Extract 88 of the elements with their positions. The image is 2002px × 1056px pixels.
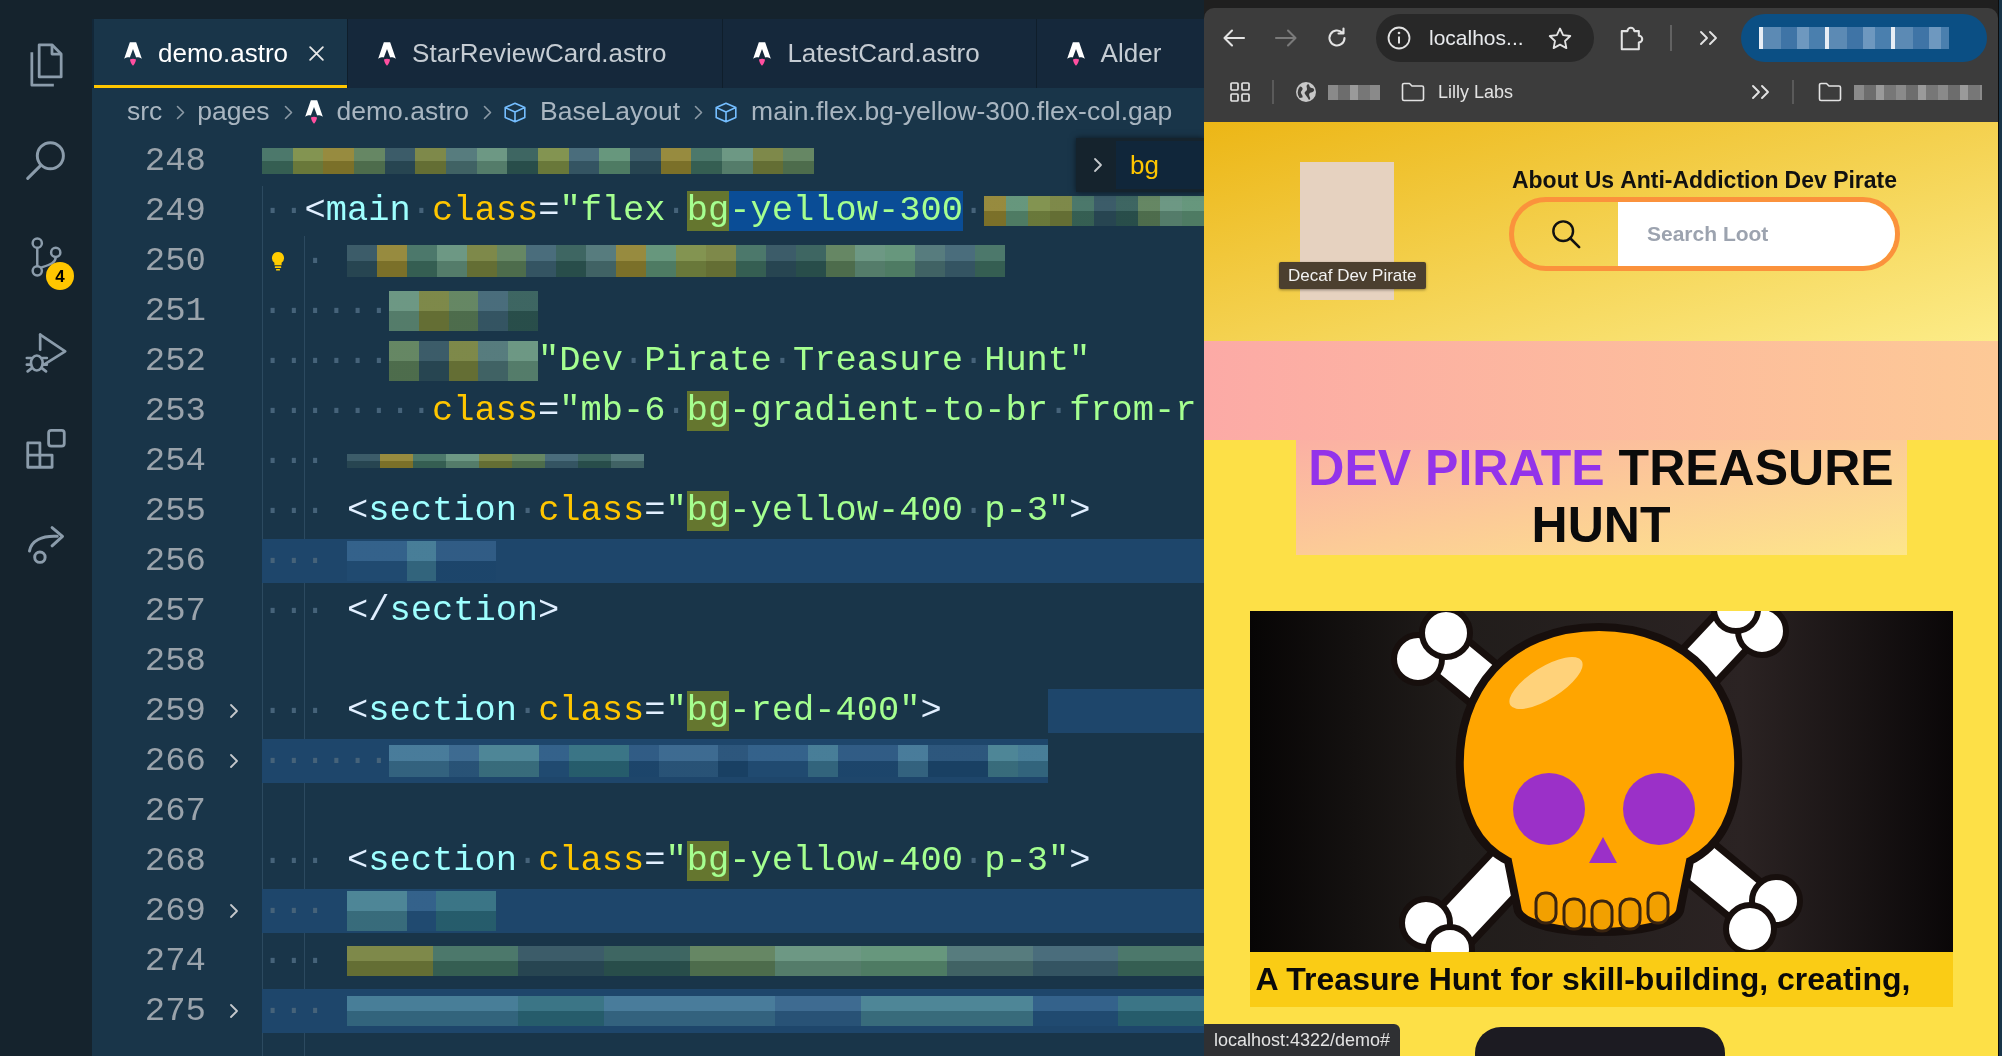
address-field[interactable]: localhos... bbox=[1376, 14, 1594, 62]
profile-button[interactable] bbox=[1741, 14, 1987, 62]
chevron-icon bbox=[694, 104, 704, 120]
debug-icon[interactable] bbox=[25, 333, 67, 373]
code-text: ··· bbox=[262, 539, 327, 583]
line-number: 250 bbox=[143, 241, 206, 282]
search-icon bbox=[1551, 219, 1581, 249]
code-text: ··· </section> bbox=[262, 589, 560, 633]
line-number: 252 bbox=[143, 341, 206, 382]
code-text: ··· <section·class="bg-red-400"> bbox=[262, 689, 942, 733]
code-text: ······ bbox=[262, 339, 390, 383]
line-number: 248 bbox=[143, 141, 206, 182]
breadcrumb-item[interactable]: BaseLayout bbox=[504, 92, 681, 132]
code-text: ······ bbox=[262, 739, 390, 783]
chevron-icon bbox=[483, 104, 493, 120]
files-icon[interactable] bbox=[29, 43, 63, 87]
cube-icon bbox=[504, 101, 527, 123]
code-text: · bbox=[304, 239, 327, 283]
line-number: 269 bbox=[143, 891, 206, 932]
breadcrumb-item[interactable]: demo.astro bbox=[304, 92, 470, 132]
star-icon[interactable] bbox=[1548, 26, 1572, 50]
puzzle-icon[interactable] bbox=[1620, 25, 1644, 51]
line-number: 254 bbox=[143, 441, 206, 482]
search-icon[interactable] bbox=[26, 141, 66, 181]
lightbulb-icon[interactable] bbox=[271, 251, 285, 271]
rocket-icon bbox=[378, 41, 397, 66]
chevron-icon[interactable] bbox=[1093, 157, 1103, 173]
chevron-icon[interactable] bbox=[229, 1003, 239, 1019]
nav-link[interactable]: About Us bbox=[1511, 162, 1615, 198]
bookmark-folder[interactable]: Lilly Labs bbox=[1401, 78, 1514, 106]
line-number: 255 bbox=[143, 491, 206, 532]
code-text: ········class="mb-6·bg-gradient-to-br·from-r bbox=[262, 389, 1197, 433]
double-chevron-icon[interactable] bbox=[1751, 84, 1770, 100]
line-number: 256 bbox=[143, 541, 206, 582]
code-text: ··· bbox=[262, 939, 327, 983]
breadcrumb-item[interactable]: main.flex.bg-yellow-300.flex-col.gap bbox=[715, 92, 1173, 132]
line-number: 251 bbox=[143, 291, 206, 332]
double-chevron-icon[interactable] bbox=[1699, 30, 1718, 46]
find-field[interactable]: bg bbox=[1116, 141, 1204, 189]
code-text: ··· bbox=[262, 989, 327, 1033]
chevron-icon bbox=[176, 104, 186, 120]
notification-badge: 4 bbox=[46, 262, 74, 290]
share-arrow-icon[interactable] bbox=[26, 525, 66, 565]
nav-link[interactable]: Anti-Addiction bbox=[1620, 162, 1779, 198]
chevron-icon[interactable] bbox=[229, 703, 239, 719]
page-heading: DEV PIRATE TREASURE HUNT bbox=[1295, 440, 1907, 555]
chevron-icon[interactable] bbox=[229, 753, 239, 769]
code-text: ······ bbox=[262, 289, 390, 333]
code-text: ··· bbox=[262, 889, 327, 933]
line-number: 268 bbox=[143, 841, 206, 882]
line-number: 259 bbox=[143, 691, 206, 732]
rocket-icon bbox=[124, 41, 142, 66]
rocket-icon bbox=[1066, 41, 1085, 66]
editor-tab[interactable]: demo.astro bbox=[94, 19, 349, 88]
info-icon[interactable] bbox=[1387, 26, 1411, 50]
cube-icon bbox=[715, 101, 738, 123]
grid-icon[interactable] bbox=[1230, 82, 1250, 102]
line-number: 257 bbox=[143, 591, 206, 632]
search-field[interactable]: Search Loot bbox=[1509, 197, 1900, 271]
rocket-icon bbox=[753, 41, 772, 66]
chevron-icon[interactable] bbox=[229, 903, 239, 919]
line-number: 274 bbox=[143, 941, 206, 982]
breadcrumb-item[interactable]: pages bbox=[197, 92, 270, 132]
image-caption: A Treasure Hunt for skill-building, creating, bbox=[1249, 952, 1953, 1007]
folder-icon[interactable] bbox=[1818, 82, 1842, 102]
close-icon[interactable] bbox=[308, 45, 326, 62]
code-text: ··· bbox=[262, 439, 327, 483]
tooltip: Decaf Dev Pirate bbox=[1279, 262, 1426, 289]
globe-icon[interactable] bbox=[1295, 81, 1317, 103]
folder-icon bbox=[1401, 82, 1425, 102]
nav-link[interactable]: Dev Pirate bbox=[1784, 162, 1898, 198]
line-number: 267 bbox=[143, 791, 206, 832]
chevron-icon bbox=[283, 104, 293, 120]
code-text: ··· <section·class="bg-yellow-400·p-3"> bbox=[262, 839, 1091, 883]
line-number: 258 bbox=[143, 641, 206, 682]
line-number: 253 bbox=[143, 391, 206, 432]
code-text: ··· <section·class="bg-yellow-400·p-3"> bbox=[262, 489, 1091, 533]
reload-icon[interactable] bbox=[1326, 27, 1348, 49]
extensions-icon[interactable] bbox=[26, 429, 66, 469]
code-text: ··<main·class="flex·bg-yellow-300· bbox=[262, 189, 985, 233]
code-text: "Dev·Pirate·Treasure·Hunt" bbox=[538, 339, 1091, 383]
breadcrumb-item[interactable]: src bbox=[127, 92, 163, 132]
line-number: 266 bbox=[143, 741, 206, 782]
line-number: 249 bbox=[143, 191, 206, 232]
line-number: 275 bbox=[143, 991, 206, 1032]
url-status: localhost:4322/demo# bbox=[1204, 1024, 1401, 1056]
rocket-icon bbox=[304, 100, 323, 124]
back-icon[interactable] bbox=[1222, 28, 1246, 48]
